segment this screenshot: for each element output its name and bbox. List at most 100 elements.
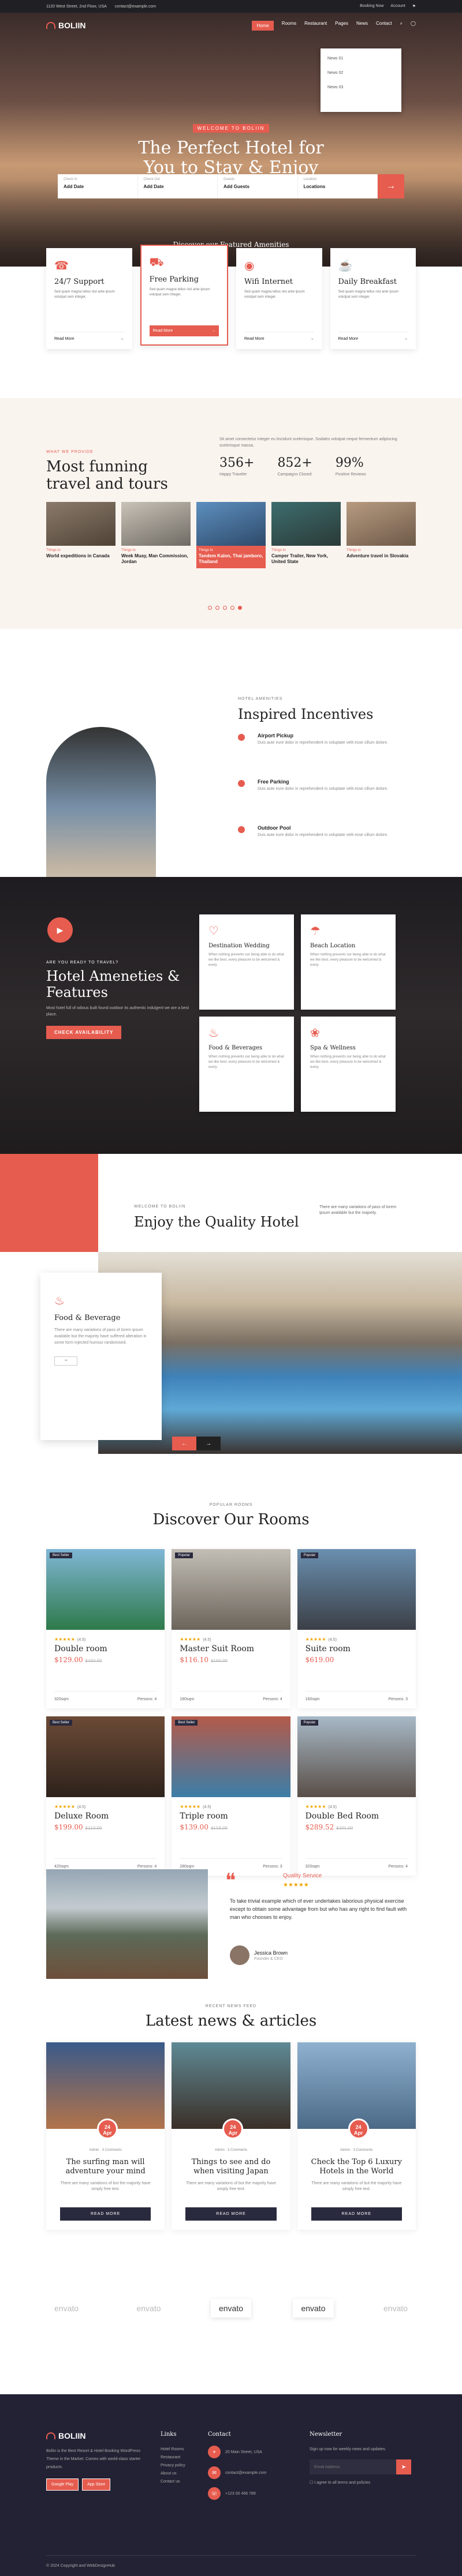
read-more-button[interactable]: READ MORE	[311, 2207, 402, 2221]
read-more-link[interactable]: Read More →	[338, 332, 408, 341]
room-card[interactable]: Best Seller ★★★★★ (4.5) Double room $129.00 $…	[46, 1549, 165, 1708]
email-link[interactable]: contact@example.com	[115, 5, 156, 9]
brand-logo[interactable]: envato	[210, 2299, 252, 2318]
amenity-card[interactable]: ◉ Wifi Internet Sed quam magna tellus nisl…	[236, 248, 322, 349]
wifi-icon: ◉	[244, 260, 255, 272]
terrace-image	[46, 1869, 208, 1979]
footer-link[interactable]: About us	[161, 2470, 185, 2478]
read-more-link[interactable]: Read More →	[149, 325, 219, 336]
read-more-button[interactable]: READ MORE	[185, 2207, 277, 2221]
news-dropdown: News 01 News 02 News 03	[321, 48, 401, 112]
news-card: 24 Apr Admin · 3 Comments The surfing man w…	[46, 2042, 165, 2230]
read-more-link[interactable]: Read More →	[54, 332, 124, 341]
nav-home[interactable]: Home	[252, 20, 274, 31]
section-title: Hotel Ameneties & Features	[46, 968, 180, 1000]
arrow-right-icon[interactable]: →	[54, 1356, 77, 1366]
travel-section: WHAT WE PROVIDE Most funning travel and …	[0, 398, 462, 629]
brand-logo[interactable]: envato	[128, 2299, 169, 2318]
booking-form: Check In Add Date Check Out Add Date Guest…	[58, 174, 404, 198]
amenity-card[interactable]: ⛟ Free Parking Sed quam magna tellus nisl …	[140, 245, 228, 346]
topbar: 1120 West Street, 2nd Floor, USA contact…	[0, 0, 462, 13]
dropdown-item[interactable]: News 03	[327, 85, 394, 89]
testimonial-section: ❝ Quality Service ★★★★★ To take trivial …	[46, 1869, 416, 1985]
email-input[interactable]	[310, 2459, 396, 2474]
footer-link[interactable]: Privacy policy	[161, 2462, 185, 2470]
testimonial-label: Quality Service	[283, 1873, 322, 1879]
phone-icon: ☏	[208, 2487, 221, 2500]
app-store-button[interactable]: App Store	[82, 2478, 111, 2491]
read-more-button[interactable]: READ MORE	[60, 2207, 151, 2221]
dropdown-item[interactable]: News 02	[327, 71, 394, 75]
incentives-section: HOTEL AMENITIES Inspired Incentives Airp…	[0, 629, 462, 929]
carousel-dots	[208, 606, 242, 610]
footer-link[interactable]: Contact us	[161, 2478, 185, 2486]
checkout-field[interactable]: Check Out Add Date	[138, 174, 218, 198]
feature-card[interactable]: ☂ Beach Location When nothing prevents our…	[301, 914, 396, 1010]
feature-card[interactable]: ❀ Spa & Wellness When nothing prevents our…	[301, 1017, 396, 1112]
search-icon[interactable]: ⌕	[400, 21, 403, 31]
amenity-card[interactable]: ☕ Daily Breakfast Sed quam magna tellus ni…	[330, 248, 416, 349]
section-label: POPULAR ROOMS	[209, 1503, 253, 1507]
read-more-link[interactable]: Read More →	[244, 332, 314, 341]
room-card[interactable]: Popular ★★★★★ (4.5) Double Bed Room $289.52 $…	[297, 1716, 416, 1876]
nav-contact[interactable]: Contact	[376, 21, 392, 31]
brand-logo[interactable]: envato	[293, 2299, 334, 2318]
guests-field[interactable]: Guests Add Guests	[218, 174, 298, 198]
agree-checkbox[interactable]: ☐	[310, 2481, 313, 2485]
room-card[interactable]: Best Seller ★★★★★ (4.5) Deluxe Room $199.00 $…	[46, 1716, 165, 1876]
footer-link[interactable]: Restaurant	[161, 2454, 185, 2462]
quality-section: WELCOME TO BOLIIN Enjoy the Quality Hote…	[0, 1154, 462, 1500]
room-card[interactable]: Popular ★★★★★ (4.5) Master Suit Room $116.10…	[172, 1549, 290, 1708]
brand-logo[interactable]: envato	[375, 2299, 416, 2318]
hero-title: The Perfect Hotel for You to Stay & Enjo…	[138, 138, 324, 178]
checkin-field[interactable]: Check In Add Date	[58, 174, 138, 198]
section-label: WHAT WE PROVIDE	[46, 450, 94, 454]
feature-card[interactable]: ♡ Destination Wedding When nothing prevent…	[199, 914, 294, 1010]
tour-card[interactable]: Things to Camper Trailer, New York, Unite…	[271, 502, 341, 568]
news-grid: 24 Apr Admin · 3 Comments The surfing man w…	[46, 2042, 416, 2230]
feature-card[interactable]: ♨ Food & Beverages When nothing prevents o…	[199, 1017, 294, 1112]
play-icon[interactable]: ▶	[47, 917, 73, 943]
section-label: ARE YOU READY TO TRAVEL?	[46, 961, 119, 965]
room-card[interactable]: Popular ★★★★★ (4.5) Suite room $619.00 160sqm…	[297, 1549, 416, 1708]
avatar	[230, 1945, 249, 1965]
amenity-card[interactable]: ☎ 24/7 Support Sed quam magna tellus nisl …	[46, 248, 132, 349]
nav-pages[interactable]: Pages	[335, 21, 348, 31]
room-card[interactable]: Best Seller ★★★★★ (4.5) Triple room $139.00 $…	[172, 1716, 290, 1876]
breakfast-icon: ☕	[338, 260, 353, 272]
amenities-row: ☎ 24/7 Support Sed quam magna tellus nisl …	[46, 245, 416, 349]
food-icon: ♨	[54, 1295, 65, 1307]
send-icon[interactable]: ➤	[396, 2459, 411, 2474]
tour-card[interactable]: Things to World expeditions in Canada	[46, 502, 116, 568]
brand-logo[interactable]: envato	[46, 2299, 87, 2318]
logo[interactable]: BOLIIN	[46, 21, 85, 30]
user-icon[interactable]: ◯	[411, 21, 416, 31]
dropdown-item[interactable]: News 01	[327, 57, 394, 61]
nav-restaurant[interactable]: Restaurant	[304, 21, 327, 31]
prev-icon[interactable]: ←	[172, 1437, 196, 1450]
location-field[interactable]: Location Locations	[298, 174, 378, 198]
tour-card[interactable]: Things to Week Muay, Man Commission, Jord…	[121, 502, 191, 568]
check-availability-button[interactable]: CHECK AVAILABILITY	[46, 1026, 122, 1039]
booking-link[interactable]: Booking Now	[360, 4, 383, 9]
next-icon[interactable]: →	[196, 1437, 221, 1450]
account-link[interactable]: Account	[390, 4, 405, 9]
flag-icon[interactable]: ⚑	[412, 4, 416, 9]
pin-icon: ⌖	[208, 2446, 221, 2458]
news-card: 24 Apr Admin · 3 Comments Things to see and…	[172, 2042, 290, 2230]
footer-logo[interactable]: BOLIIN	[46, 2431, 150, 2440]
mail-icon: ✉	[208, 2466, 221, 2479]
main-nav: BOLIIN Home Rooms Restaurant Pages News …	[46, 13, 416, 38]
nav-news[interactable]: News	[356, 21, 368, 31]
nav-rooms[interactable]: Rooms	[282, 21, 296, 31]
tour-card[interactable]: Things to Adventure travel in Slovakia	[346, 502, 416, 568]
hero-tag: WELCOME TO BOLIIN	[192, 124, 270, 133]
footer: BOLIIN Boliin is the Best Resort & Hotel…	[0, 2394, 462, 2576]
slider-nav: ← →	[172, 1437, 221, 1450]
footer-link[interactable]: Hotel Rooms	[161, 2446, 185, 2454]
google-play-button[interactable]: Google Play	[46, 2478, 79, 2491]
tour-card[interactable]: Things to Tandem Kalon, Thai jamboro, Tha…	[196, 502, 266, 568]
search-button[interactable]: →	[378, 174, 404, 198]
check-icon	[238, 780, 245, 787]
spa-icon: ❀	[310, 1027, 320, 1040]
